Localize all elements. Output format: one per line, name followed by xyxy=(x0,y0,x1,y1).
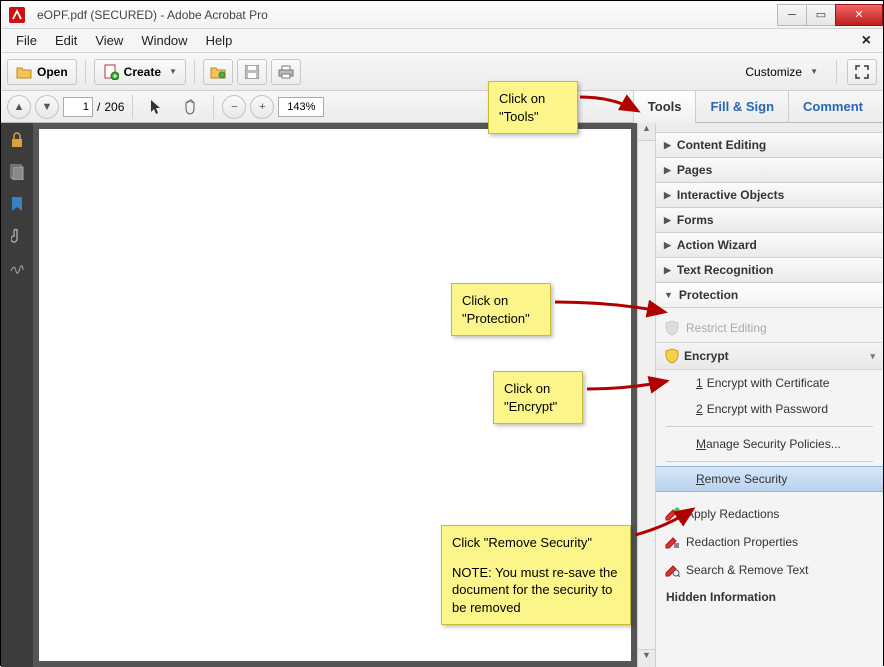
zoom-in-button[interactable]: + xyxy=(250,95,274,119)
item-search-remove-text[interactable]: Search & Remove Text xyxy=(656,556,883,584)
fullscreen-icon xyxy=(855,65,869,79)
printer-icon xyxy=(278,65,294,79)
save-icon xyxy=(245,65,259,79)
customize-button[interactable]: Customize ▼ xyxy=(737,59,826,85)
folder-button[interactable] xyxy=(203,59,233,85)
menu-window[interactable]: Window xyxy=(132,31,196,50)
item-redaction-properties[interactable]: Redaction Properties xyxy=(656,528,883,556)
item-remove-security[interactable]: Remove Security xyxy=(656,466,883,492)
maximize-button[interactable]: ▭ xyxy=(806,4,836,26)
callout-remove-security: Click "Remove Security" NOTE: You must r… xyxy=(441,525,631,625)
acrobat-icon xyxy=(5,5,29,25)
section-interactive-objects[interactable]: ▶Interactive Objects xyxy=(656,182,883,208)
attachment-icon[interactable] xyxy=(8,227,26,245)
zoom-input[interactable] xyxy=(278,97,324,117)
caret-right-icon: ▶ xyxy=(664,140,671,151)
scroll-up-icon[interactable]: ▲ xyxy=(638,123,655,141)
nav-toolbar: ▲ ▼ / 206 − + Tools Fill & Sign Comment xyxy=(1,91,883,123)
page-sep: / xyxy=(97,100,100,114)
caret-right-icon: ▶ xyxy=(664,165,671,176)
item-encrypt[interactable]: Encrypt ▾ xyxy=(656,342,883,370)
select-tool-button[interactable] xyxy=(141,94,171,120)
minimize-button[interactable]: ─ xyxy=(777,4,807,26)
item-encrypt-certificate[interactable]: 1Encrypt with Certificate xyxy=(656,370,883,396)
titlebar: eOPF.pdf (SECURED) - Adobe Acrobat Pro ─… xyxy=(1,1,883,29)
section-text-recognition[interactable]: ▶Text Recognition xyxy=(656,257,883,283)
separator xyxy=(666,426,873,427)
caret-right-icon: ▶ xyxy=(664,190,671,201)
dropdown-icon: ▼ xyxy=(169,67,177,76)
item-manage-policies[interactable]: Manage Security Policies... xyxy=(656,431,883,457)
zoom-out-button[interactable]: − xyxy=(222,95,246,119)
item-encrypt-password[interactable]: 2Encrypt with Password xyxy=(656,396,883,422)
page-number-input[interactable] xyxy=(63,97,93,117)
chevron-down-icon: ▾ xyxy=(870,351,875,362)
separator xyxy=(666,461,873,462)
redaction-props-icon xyxy=(664,534,680,550)
signatures-icon[interactable] xyxy=(8,259,26,277)
scrollbar[interactable]: ▲ ▼ xyxy=(637,123,655,667)
menu-help[interactable]: Help xyxy=(197,31,242,50)
folder-open-icon xyxy=(16,65,32,79)
item-restrict-editing: Restrict Editing xyxy=(656,314,883,342)
thumbnails-icon[interactable] xyxy=(8,163,26,181)
section-protection[interactable]: ▼Protection xyxy=(656,282,883,308)
menu-file[interactable]: File xyxy=(7,31,46,50)
section-action-wizard[interactable]: ▶Action Wizard xyxy=(656,232,883,258)
hand-icon xyxy=(183,99,197,115)
hand-tool-button[interactable] xyxy=(175,94,205,120)
callout-encrypt: Click on "Encrypt" xyxy=(493,371,583,424)
redaction-apply-icon xyxy=(664,506,680,522)
create-label: Create xyxy=(124,65,161,79)
menu-view[interactable]: View xyxy=(86,31,132,50)
open-button[interactable]: Open xyxy=(7,59,77,85)
section-forms[interactable]: ▶Forms xyxy=(656,207,883,233)
window-title: eOPF.pdf (SECURED) - Adobe Acrobat Pro xyxy=(37,8,268,22)
tab-comment[interactable]: Comment xyxy=(788,91,877,123)
create-pdf-icon xyxy=(103,64,119,80)
section-pages[interactable]: ▶Pages xyxy=(656,157,883,183)
callout-protection: Click on "Protection" xyxy=(451,283,551,336)
fullscreen-button[interactable] xyxy=(847,59,877,85)
caret-right-icon: ▶ xyxy=(664,265,671,276)
section-content-editing[interactable]: ▶Content Editing xyxy=(656,132,883,158)
hidden-info-header: Hidden Information xyxy=(656,584,883,606)
lock-icon[interactable] xyxy=(8,131,26,149)
document-close-icon[interactable]: × xyxy=(856,32,877,50)
close-button[interactable]: ✕ xyxy=(835,4,883,26)
page-up-button[interactable]: ▲ xyxy=(7,95,31,119)
search-remove-icon xyxy=(664,562,680,578)
menu-edit[interactable]: Edit xyxy=(46,31,86,50)
cursor-icon xyxy=(149,99,163,115)
customize-label: Customize xyxy=(745,65,802,79)
callout-tools: Click on "Tools" xyxy=(488,81,578,134)
protection-content: Restrict Editing Encrypt ▾ 1Encrypt with… xyxy=(656,308,883,612)
tab-fill-sign[interactable]: Fill & Sign xyxy=(695,91,788,123)
caret-right-icon: ▶ xyxy=(664,215,671,226)
shield-lock-icon xyxy=(664,348,680,364)
main-toolbar: Open Create ▼ Customize ▼ xyxy=(1,53,883,91)
menubar: File Edit View Window Help × xyxy=(1,29,883,53)
page-total: 206 xyxy=(104,100,124,114)
save-button[interactable] xyxy=(237,59,267,85)
caret-right-icon: ▶ xyxy=(664,240,671,251)
folder-icon xyxy=(210,65,226,79)
print-button[interactable] xyxy=(271,59,301,85)
tab-tools[interactable]: Tools xyxy=(633,91,696,123)
tools-panel: ▶Content Editing ▶Pages ▶Interactive Obj… xyxy=(655,123,883,667)
bookmark-icon[interactable] xyxy=(8,195,26,213)
dropdown-icon: ▼ xyxy=(810,67,818,76)
scroll-down-icon[interactable]: ▼ xyxy=(638,649,655,667)
create-button[interactable]: Create ▼ xyxy=(94,59,186,85)
open-label: Open xyxy=(37,65,68,79)
caret-down-icon: ▼ xyxy=(664,290,673,300)
item-apply-redactions[interactable]: Apply Redactions xyxy=(656,500,883,528)
left-sidebar xyxy=(1,123,33,667)
shield-icon xyxy=(664,320,680,336)
page-down-button[interactable]: ▼ xyxy=(35,95,59,119)
